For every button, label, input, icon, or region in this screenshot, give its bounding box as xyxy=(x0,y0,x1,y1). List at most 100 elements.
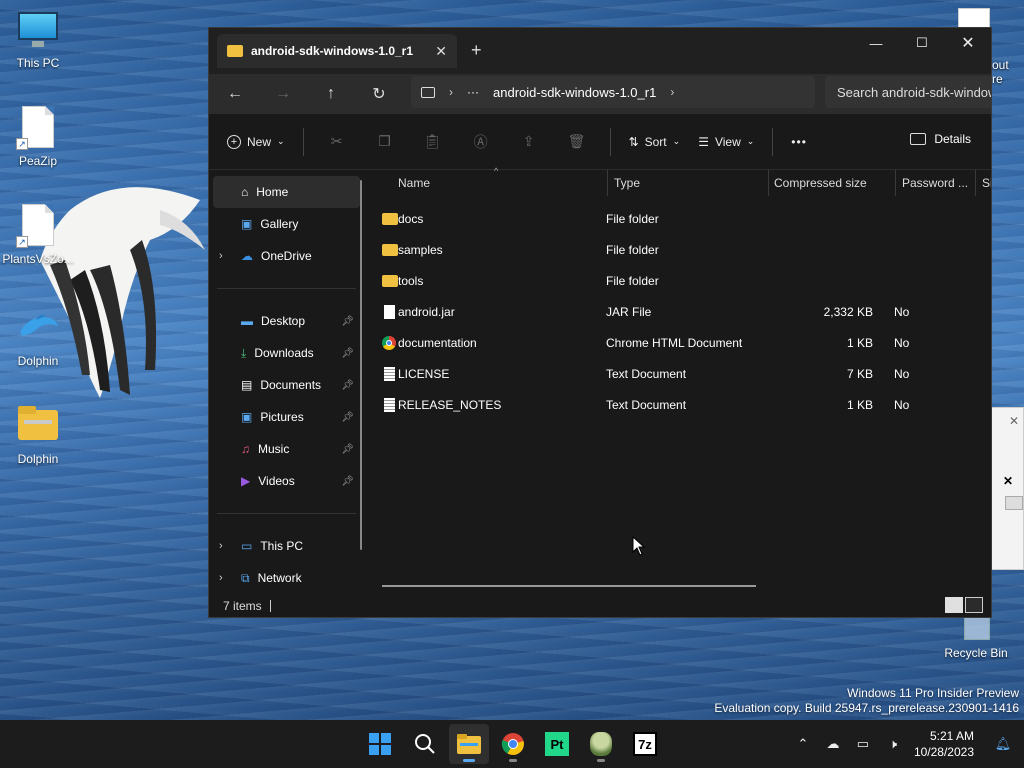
close-icon[interactable]: ✕ xyxy=(1003,474,1013,488)
sidebar-item-videos[interactable]: ▶ Videos 📌︎ xyxy=(209,465,364,497)
desktop-icon-dolphin-2[interactable]: Dolphin xyxy=(0,404,76,466)
sidebar-item-network[interactable]: › ⧉ Network xyxy=(209,562,364,594)
display-icon[interactable]: ▭ xyxy=(848,736,878,752)
column-name[interactable]: Name xyxy=(398,176,430,190)
address-overflow-button[interactable]: ··· xyxy=(467,85,479,99)
navigation-pane: ⌂ Home ▣ Gallery › ☁ OneDrive ▬ Desktop … xyxy=(209,170,364,595)
paste-icon[interactable]: 📋︎ xyxy=(418,133,448,150)
sidebar-item-music[interactable]: ♫ Music 📌︎ xyxy=(209,433,364,465)
new-button[interactable]: + New ⌄ xyxy=(227,134,285,149)
sidebar-item-desktop[interactable]: ▬ Desktop 📌︎ xyxy=(209,305,364,337)
sidebar-item-pictures[interactable]: ▣ Pictures 📌︎ xyxy=(209,401,364,433)
share-icon[interactable]: ⇪ xyxy=(514,133,544,150)
taskbar-plants-vs-zombies[interactable] xyxy=(581,724,621,764)
details-button[interactable]: Details xyxy=(910,132,971,146)
rename-icon[interactable]: Ⓐ xyxy=(466,132,496,152)
chevron-up-icon[interactable]: ⌃ xyxy=(788,736,818,752)
delete-icon[interactable]: 🗑︎ xyxy=(562,133,592,150)
desktop-icon-recycle-bin[interactable]: Recycle Bin xyxy=(938,612,1014,660)
start-button[interactable] xyxy=(360,724,400,764)
chevron-right-icon[interactable]: › xyxy=(449,85,453,99)
notification-bell-icon[interactable]: 🔔︎ xyxy=(988,736,1018,752)
file-row[interactable]: tools File folder xyxy=(376,266,991,296)
monitor-icon: ▭ xyxy=(241,539,253,553)
close-icon[interactable]: ✕ xyxy=(1009,414,1019,428)
close-tab-icon[interactable]: ✕ xyxy=(435,43,447,60)
desktop-icon-this-pc[interactable]: This PC xyxy=(0,8,76,70)
file-name: RELEASE_NOTES xyxy=(398,398,502,412)
search-button[interactable] xyxy=(405,724,445,764)
tiles-view-toggle[interactable] xyxy=(965,597,983,613)
back-arrow-icon[interactable]: ← xyxy=(211,85,259,103)
forward-arrow-icon[interactable]: → xyxy=(259,85,307,103)
refresh-icon[interactable]: ↻ xyxy=(355,84,403,104)
documents-icon: ▤ xyxy=(241,378,253,392)
sidebar-scrollbar[interactable] xyxy=(360,180,362,550)
file-compressed-size: 2,332 KB xyxy=(823,305,873,319)
taskbar-pycharm[interactable]: Pt xyxy=(537,724,577,764)
sidebar-item-home[interactable]: ⌂ Home xyxy=(213,176,360,208)
file-type: Text Document xyxy=(606,398,687,412)
sort-button[interactable]: ⇅ Sort ⌄ xyxy=(629,135,681,149)
column-type[interactable]: Type xyxy=(614,176,640,190)
sidebar-item-this-pc[interactable]: › ▭ This PC xyxy=(209,530,364,562)
taskbar-chrome[interactable] xyxy=(493,724,533,764)
file-row[interactable]: LICENSE Text Document 7 KB No xyxy=(376,359,991,389)
column-compressed-size[interactable]: Compressed size xyxy=(774,176,867,190)
desktop-icon-dolphin-1[interactable]: Dolphin xyxy=(0,306,76,368)
desktop-icon-plantsvszombies[interactable]: ↗ PlantsVsZo... xyxy=(0,204,76,266)
view-button[interactable]: ☰ View ⌄ xyxy=(698,135,754,149)
details-view-toggle[interactable] xyxy=(945,597,963,613)
address-bar[interactable]: › ··· android-sdk-windows-1.0_r1 › xyxy=(411,76,815,108)
copy-icon[interactable]: ❐ xyxy=(370,133,400,150)
minimize-button[interactable]: — xyxy=(853,28,899,58)
tab-title: android-sdk-windows-1.0_r1 xyxy=(251,44,414,58)
sidebar-item-onedrive[interactable]: › ☁ OneDrive xyxy=(209,240,364,272)
pictures-icon: ▣ xyxy=(241,410,253,424)
sidebar-item-gallery[interactable]: ▣ Gallery xyxy=(209,208,364,240)
file-row[interactable]: samples File folder xyxy=(376,235,991,265)
dialog-button[interactable] xyxy=(1005,496,1023,510)
column-size[interactable]: Si xyxy=(982,176,991,190)
file-password: No xyxy=(894,398,910,412)
cut-icon[interactable]: ✂ xyxy=(322,133,352,150)
file-row[interactable]: RELEASE_NOTES Text Document 1 KB No xyxy=(376,390,991,420)
onedrive-status-icon[interactable]: ☁ xyxy=(818,736,848,752)
search-icon xyxy=(415,734,435,754)
system-tray: ⌃ ☁ ▭ 🕨︎ 5:21 AM 10/28/2023 🔔︎ xyxy=(788,720,1024,768)
tab-android-sdk[interactable]: android-sdk-windows-1.0_r1 ✕ xyxy=(217,34,457,68)
pin-icon: 📌︎ xyxy=(341,379,354,391)
file-row[interactable]: documentation Chrome HTML Document 1 KB No xyxy=(376,328,991,358)
close-window-button[interactable]: ✕ xyxy=(945,28,991,58)
pycharm-icon: Pt xyxy=(545,732,569,756)
desktop-icon-peazip[interactable]: ↗ PeaZip xyxy=(0,106,76,168)
chevron-right-icon[interactable]: › xyxy=(219,572,223,584)
column-headers: ^ Name Type Compressed size Password ...… xyxy=(364,166,991,196)
breadcrumb[interactable]: android-sdk-windows-1.0_r1 xyxy=(493,85,656,100)
maximize-button[interactable]: ☐ xyxy=(899,28,945,58)
more-options-button[interactable]: ••• xyxy=(791,135,807,149)
horizontal-scrollbar[interactable] xyxy=(382,585,756,587)
chevron-right-icon[interactable]: › xyxy=(219,540,223,552)
status-bar: 7 items xyxy=(209,595,991,617)
search-input[interactable]: Search android-sdk-windows-1.0_r1 xyxy=(825,76,991,108)
up-arrow-icon[interactable]: ↑ xyxy=(307,85,355,103)
chevron-right-icon[interactable]: › xyxy=(670,85,674,99)
file-name: android.jar xyxy=(398,305,455,319)
sort-up-icon: ^ xyxy=(494,166,499,176)
chevron-down-icon: ⌄ xyxy=(672,136,681,146)
clock[interactable]: 5:21 AM 10/28/2023 xyxy=(914,728,974,760)
zombie-icon xyxy=(590,732,612,756)
taskbar-7zip[interactable]: 7z xyxy=(625,724,665,764)
file-password: No xyxy=(894,336,910,350)
file-row[interactable]: docs File folder xyxy=(376,204,991,234)
taskbar-file-explorer[interactable] xyxy=(449,724,489,764)
volume-muted-icon[interactable]: 🕨︎ xyxy=(878,736,908,752)
folder-zip-icon xyxy=(16,404,60,448)
new-tab-button[interactable]: + xyxy=(471,40,482,61)
chevron-right-icon[interactable]: › xyxy=(219,250,223,262)
sidebar-item-downloads[interactable]: ⤓ Downloads 📌︎ xyxy=(209,337,364,369)
column-password[interactable]: Password ... xyxy=(902,176,968,190)
sidebar-item-documents[interactable]: ▤ Documents 📌︎ xyxy=(209,369,364,401)
file-row[interactable]: android.jar JAR File 2,332 KB No xyxy=(376,297,991,327)
